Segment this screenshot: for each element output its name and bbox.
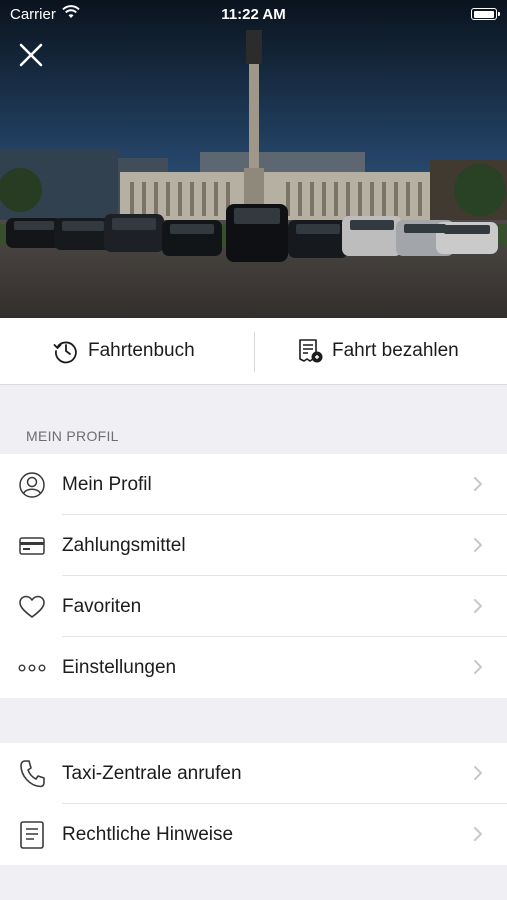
credit-card-icon: [17, 515, 47, 576]
settings-row-call-taxi-center[interactable]: Taxi-Zentrale anrufen: [0, 743, 507, 804]
ride-history-label: Fahrtenbuch: [88, 340, 195, 361]
info-group: Taxi-Zentrale anrufen Rechtliche Hinweis…: [0, 743, 507, 865]
pay-ride-label: Fahrt bezahlen: [332, 340, 459, 361]
document-icon: [17, 804, 47, 865]
settings-row-favorites[interactable]: Favoriten: [0, 576, 507, 637]
chevron-right-icon: [474, 599, 482, 613]
settings-row-my-profile[interactable]: Mein Profil: [0, 454, 507, 515]
battery-icon: [471, 8, 500, 20]
section-header-profile: MEIN PROFIL: [26, 428, 119, 444]
settings-row-label: Favoriten: [62, 595, 142, 617]
pay-ride-button[interactable]: Fahrt bezahlen: [296, 318, 459, 384]
settings-row-settings[interactable]: Einstellungen: [0, 637, 507, 698]
clock: 11:22 AM: [221, 6, 286, 23]
profile-settings-group: Mein Profil Zahlungsmittel Favoriten Ein…: [0, 454, 507, 698]
chevron-right-icon: [474, 827, 482, 841]
more-dots-icon: [17, 637, 47, 698]
settings-row-label: Taxi-Zentrale anrufen: [62, 762, 242, 784]
actions-divider: [254, 332, 255, 372]
settings-row-label: Zahlungsmittel: [62, 534, 186, 556]
close-icon[interactable]: [16, 40, 46, 70]
chevron-right-icon: [474, 660, 482, 674]
settings-row-legal-notice[interactable]: Rechtliche Hinweise: [0, 804, 507, 865]
settings-row-label: Einstellungen: [62, 656, 177, 678]
person-circle-icon: [17, 454, 47, 515]
hero-photo: Carrier 11:22 AM: [0, 0, 507, 318]
chevron-right-icon: [474, 538, 482, 552]
settings-row-label: Rechtliche Hinweise: [62, 823, 234, 845]
history-clock-icon: [53, 341, 77, 364]
receipt-pay-icon: [299, 339, 323, 363]
ride-history-button[interactable]: Fahrtenbuch: [52, 318, 195, 384]
chevron-right-icon: [474, 766, 482, 780]
phone-icon: [17, 743, 47, 804]
taxi-fleet-photo: [0, 0, 507, 318]
settings-row-payment-methods[interactable]: Zahlungsmittel: [0, 515, 507, 576]
heart-icon: [17, 576, 47, 637]
status-bar: Carrier 11:22 AM: [0, 0, 507, 30]
settings-row-label: Mein Profil: [62, 473, 152, 495]
chevron-right-icon: [474, 477, 482, 491]
quick-actions-bar: Fahrtenbuch Fahrt bezahlen: [0, 318, 507, 385]
